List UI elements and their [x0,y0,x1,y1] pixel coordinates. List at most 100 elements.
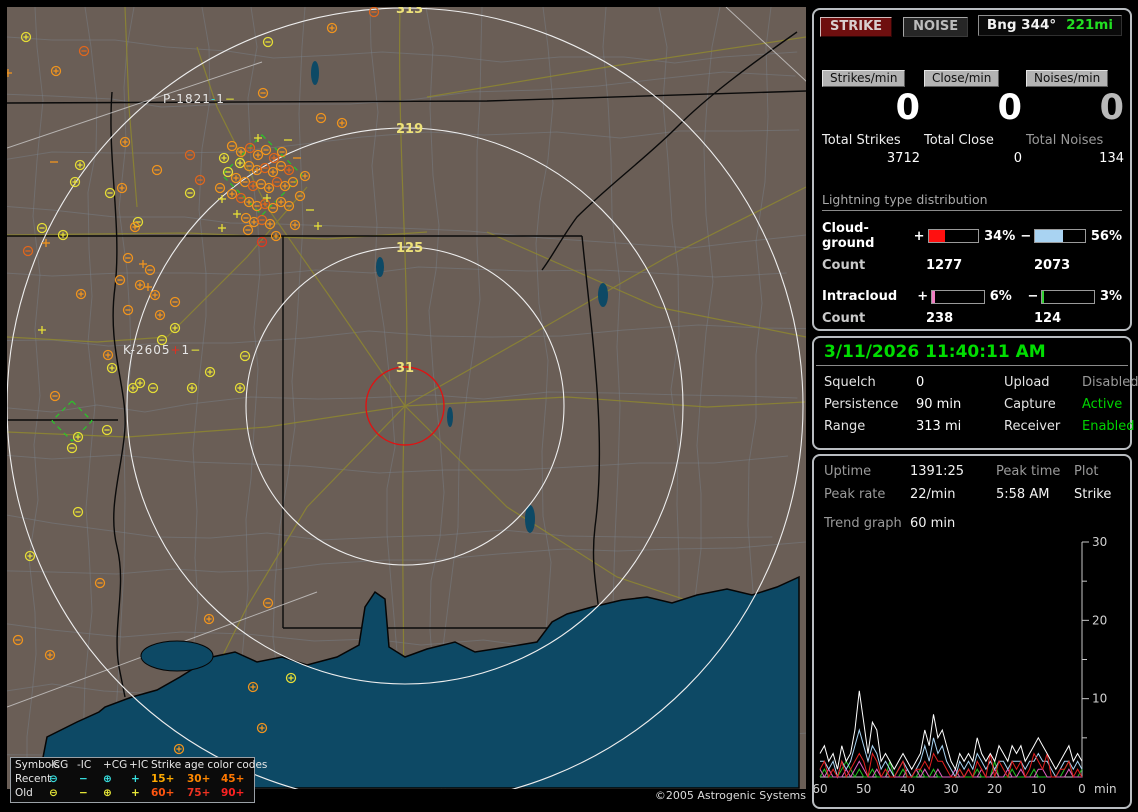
receiver-value: Enabled [1082,419,1138,434]
peak-time-value: 5:58 AM [996,487,1074,502]
x-tick-label: 40 [900,782,915,796]
y-tick-label: 20 [1092,613,1107,627]
plus-sign: + [914,229,925,244]
legend-age-75+: 75+ [187,787,210,800]
ring-label-313: 313 [396,7,423,17]
chart-axes [820,542,1082,777]
legend-col-+IC: +IC [129,759,148,772]
cg-plus-bar [928,229,980,243]
ic-minus-bar [1041,290,1095,304]
copyright-text: ©2005 Astrogenic Systems [520,789,806,802]
legend-age-45+: 45+ [221,773,244,786]
lightning-map[interactable]: P-1821-1−K-2605+1− 31321912531 [7,7,806,789]
peak-rate-value: 22/min [910,487,996,502]
ic-plus-count: 238 [926,311,1034,326]
ring-label-31: 31 [396,361,414,376]
ring-label-219: 219 [396,122,423,137]
trend-graph-label: Trend graph [824,516,910,531]
close-column: Close/min 0 Total Close 0 [924,67,1022,166]
strikes-per-min-chip: Strikes/min [822,70,905,87]
ic-count-row: Count 238 124 [822,311,1122,326]
range-label: Range [824,419,916,434]
datetime-display: 3/11/2026 11:40:11 AM [816,338,1128,366]
plot-value: Strike [1074,487,1122,502]
bearing-readout: Bng 344° 221mi [978,15,1122,36]
squelch-label: Squelch [824,375,916,390]
y-tick-label: 10 [1092,692,1107,706]
upload-value: Disabled [1082,375,1138,390]
trend-window-value: 60 min [910,516,955,531]
uptime-value: 1391:25 [910,464,996,479]
capture-label: Capture [1004,397,1082,412]
x-tick-label: 60 [814,782,828,796]
upload-label: Upload [1004,375,1082,390]
plus-sign: + [917,289,928,304]
legend-glyph: ⊕ [103,773,112,786]
legend-age-title: Strike age color codes [151,759,267,772]
noises-per-min-value: 0 [1026,89,1124,127]
total-close-label: Total Close [924,133,1022,148]
range-value: 313 mi [916,419,1004,434]
ic-minus-pct: 3% [1100,289,1122,304]
uptime-label: Uptime [824,464,910,479]
receiver-status-panel: 3/11/2026 11:40:11 AM Squelch 0 Upload D… [812,336,1132,450]
legend-glyph: − [79,773,88,786]
bearing-range: 221mi [1066,17,1113,33]
cg-plus-pct: 34% [984,229,1020,244]
cg-minus-bar [1034,229,1086,243]
intracloud-row: Intracloud + 6% − 3% [822,289,1122,304]
map-legend: Symbols-CG-IC+CG+ICStrike age color code… [10,757,255,803]
x-tick-label: 0 [1078,782,1086,796]
x-tick-label: 30 [943,782,958,796]
noises-column: Noises/min 0 Total Noises 134 [1026,67,1124,166]
total-close-value: 0 [924,151,1022,166]
intracloud-label: Intracloud [822,289,917,304]
close-per-min-value: 0 [924,89,1022,127]
ic-count-label: Count [822,311,926,326]
trend-series-CG+ [820,754,1082,778]
ic-minus-count: 124 [1034,311,1061,326]
trend-graph: 1020306050403020100min [814,533,1124,805]
station-label: K-2605+1− [123,343,201,357]
y-tick-label: 30 [1092,535,1107,549]
plot-label: Plot [1074,464,1122,479]
squelch-value: 0 [916,375,1004,390]
legend-row-recent: Recent [15,773,51,786]
ic-plus-bar [931,290,985,304]
legend-age-90+: 90+ [221,787,244,800]
x-tick-label: 20 [987,782,1002,796]
trend-panel: Uptime 1391:25 Peak time Plot Peak rate … [812,454,1132,809]
cloud-ground-row: Cloud-ground + 34% − 56% [822,221,1122,251]
bearing-label: Bng 344° [987,17,1056,33]
legend-glyph: ⊕ [103,787,112,800]
close-per-min-chip: Close/min [924,70,999,87]
noise-toggle-button[interactable]: NOISE [903,17,968,37]
peak-time-label: Peak time [996,464,1074,479]
strikes-column: Strikes/min 0 Total Strikes 3712 [822,67,920,166]
peak-rate-label: Peak rate [824,487,910,502]
cg-count-row: Count 1277 2073 [822,258,1122,273]
legend-glyph: + [131,773,140,786]
persistence-label: Persistence [824,397,916,412]
total-noises-value: 134 [1026,151,1124,166]
legend-age-15+: 15+ [151,773,174,786]
strike-stats-panel: STRIKE NOISE Bng 344° 221mi Strikes/min 0… [812,8,1132,331]
strike-toggle-button[interactable]: STRIKE [820,17,892,37]
legend-col-+CG: +CG [103,759,127,772]
map-canvas: P-1821-1−K-2605+1− 31321912531 [7,7,806,789]
x-tick-label: 10 [1031,782,1046,796]
legend-age-30+: 30+ [187,773,210,786]
legend-row-old: Old [15,787,33,800]
legend-col--CG: -CG [49,759,68,772]
cg-count-label: Count [822,258,926,273]
total-strikes-label: Total Strikes [822,133,920,148]
noises-per-min-chip: Noises/min [1026,70,1108,87]
minus-sign: − [1020,229,1031,244]
legend-glyph: − [79,787,88,800]
persistence-value: 90 min [916,397,1004,412]
capture-value: Active [1082,397,1138,412]
x-axis-unit: min [1094,782,1117,796]
station-label: P-1821-1− [163,92,236,106]
distribution-title: Lightning type distribution [822,192,1122,211]
legend-col--IC: -IC [77,759,91,772]
